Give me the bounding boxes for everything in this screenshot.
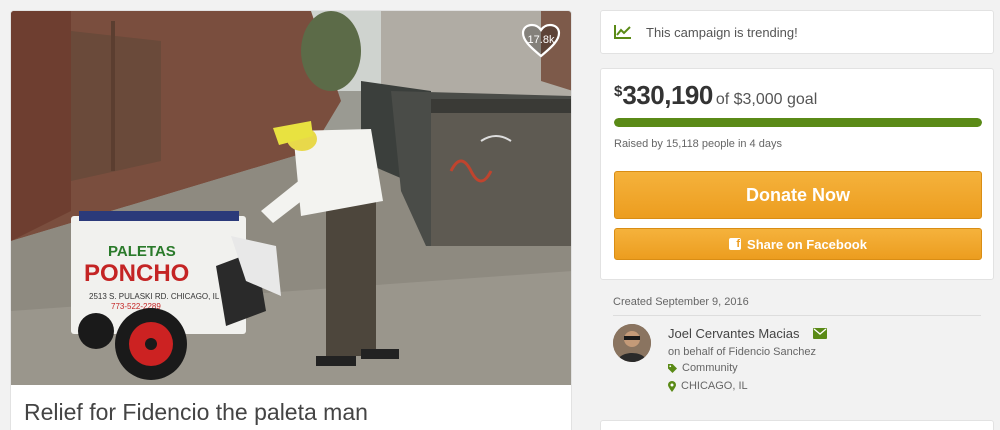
tag-icon <box>668 363 677 373</box>
campaign-title: Relief for Fidencio the paleta man <box>24 399 368 425</box>
trend-chart-icon <box>614 25 631 39</box>
organizer-name[interactable]: Joel Cervantes Macias <box>668 326 800 341</box>
currency-symbol: $ <box>614 83 623 100</box>
progress-fill <box>614 118 982 127</box>
divider <box>613 315 981 316</box>
raised-amount: 330,190 <box>622 80 713 110</box>
svg-text:PALETAS: PALETAS <box>108 243 176 260</box>
created-date: Created September 9, 2016 <box>613 296 749 308</box>
location-label: CHICAGO, IL <box>681 380 748 392</box>
on-behalf-text: on behalf of Fidencio Sanchez <box>668 346 816 358</box>
trending-banner: This campaign is trending! <box>600 10 994 54</box>
share-facebook-button[interactable]: f Share on Facebook <box>614 228 982 260</box>
heart-count: 17.8k <box>527 34 555 46</box>
share-label: Share on Facebook <box>747 236 867 252</box>
avatar[interactable] <box>613 324 651 362</box>
campaign-hero-card: PALETAS PONCHO 2513 S. PULASKI RD. CHICA… <box>10 10 572 430</box>
goal-text: of $3,000 goal <box>715 91 818 108</box>
campaign-photo: PALETAS PONCHO 2513 S. PULASKI RD. CHICA… <box>11 11 571 385</box>
trending-text: This campaign is trending! <box>646 24 798 40</box>
heart-button[interactable]: 17.8k <box>521 23 561 59</box>
amount-raised: $330,190 of $3,000 goal <box>614 80 817 111</box>
category-label: Community <box>682 362 738 374</box>
funding-card: $330,190 of $3,000 goal Raised by 15,118 … <box>600 68 994 280</box>
mail-icon[interactable] <box>813 328 827 339</box>
donate-label: Donate Now <box>745 184 850 205</box>
category-row[interactable]: Community <box>668 362 738 374</box>
svg-text:PONCHO: PONCHO <box>84 260 189 287</box>
map-pin-icon <box>668 380 676 392</box>
raised-by-text: Raised by 15,118 people in 4 days <box>614 138 782 150</box>
location-row: CHICAGO, IL <box>668 380 748 392</box>
facebook-icon: f <box>729 238 742 250</box>
progress-bar <box>614 118 982 127</box>
svg-text:2513 S. PULASKI RD. CHICAGO, I: 2513 S. PULASKI RD. CHICAGO, IL <box>89 292 220 301</box>
donate-button[interactable]: Donate Now <box>614 171 982 219</box>
next-card <box>600 420 994 430</box>
